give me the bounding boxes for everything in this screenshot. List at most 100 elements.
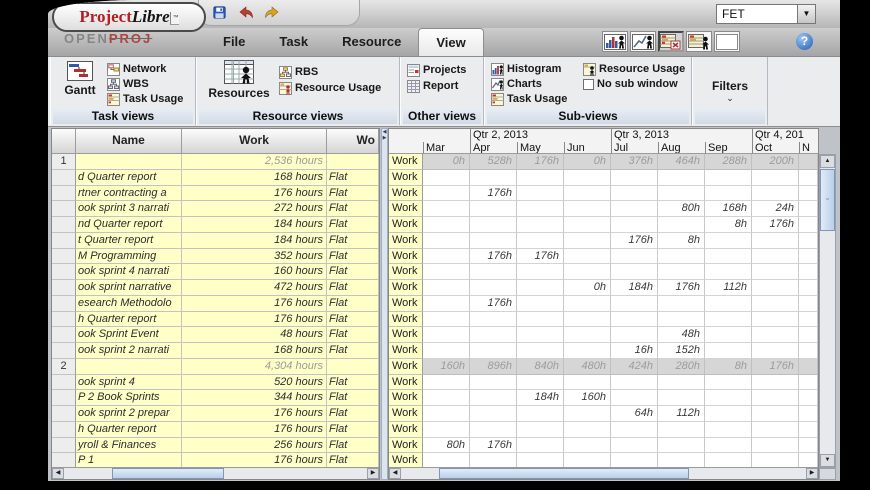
work-value-cell[interactable] <box>611 186 658 202</box>
task-cont-cell[interactable]: Flat <box>327 217 379 233</box>
work-value-cell[interactable] <box>517 406 564 422</box>
work-value-cell[interactable] <box>564 186 611 202</box>
task-name-cell[interactable]: ook sprint 2 narrati <box>76 343 182 359</box>
task-work-cell[interactable]: 176 hours <box>182 406 327 422</box>
work-value-cell[interactable] <box>752 406 799 422</box>
splitter-right-icon[interactable]: ▶ <box>382 135 387 141</box>
work-value-cell[interactable] <box>799 375 818 391</box>
task-name-cell[interactable]: esearch Methodolo <box>76 296 182 312</box>
task-work-cell[interactable]: 344 hours <box>182 390 327 406</box>
task-usage-button[interactable]: Task Usage <box>107 92 183 106</box>
task-name-cell[interactable]: ook sprint 4 narrati <box>76 264 182 280</box>
scroll-thumb[interactable]: = <box>820 169 835 231</box>
scroll-thumb[interactable] <box>112 468 224 479</box>
task-row[interactable]: d Quarter report168 hoursFlat <box>52 170 379 186</box>
chevron-down-icon[interactable]: ⌄ <box>693 93 767 104</box>
column-header-name[interactable]: Name <box>76 129 182 154</box>
work-value-cell[interactable] <box>752 170 799 186</box>
work-value-cell[interactable] <box>470 406 517 422</box>
work-value-cell[interactable] <box>470 390 517 406</box>
usage-row[interactable]: Work16h152h <box>389 343 818 359</box>
work-value-cell[interactable] <box>799 170 818 186</box>
task-name-cell[interactable]: ook sprint narrative <box>76 280 182 296</box>
usage-row[interactable]: Work176h8h <box>389 233 818 249</box>
task-name-cell[interactable]: ook sprint 2 prepar <box>76 406 182 422</box>
work-value-cell[interactable] <box>611 201 658 217</box>
scroll-track[interactable] <box>64 468 367 479</box>
work-value-cell[interactable] <box>423 422 470 438</box>
task-cont-cell[interactable]: Flat <box>327 422 379 438</box>
work-value-cell[interactable] <box>423 375 470 391</box>
work-value-cell[interactable] <box>705 296 752 312</box>
work-value-cell[interactable] <box>658 217 705 233</box>
work-value-cell[interactable] <box>564 375 611 391</box>
work-value-cell[interactable] <box>564 312 611 328</box>
work-value-cell[interactable] <box>470 327 517 343</box>
work-value-cell[interactable] <box>517 343 564 359</box>
work-value-cell[interactable] <box>658 375 705 391</box>
work-value-cell[interactable] <box>705 406 752 422</box>
work-value-cell[interactable]: 112h <box>658 406 705 422</box>
work-value-cell[interactable] <box>752 390 799 406</box>
work-value-cell[interactable] <box>705 390 752 406</box>
work-value-cell[interactable] <box>752 264 799 280</box>
work-value-cell[interactable] <box>611 170 658 186</box>
save-button[interactable] <box>211 4 228 21</box>
chevron-down-icon[interactable]: ▼ <box>797 5 815 23</box>
task-name-cell[interactable]: M Programming <box>76 249 182 265</box>
task-work-cell[interactable]: 184 hours <box>182 233 327 249</box>
work-value-cell[interactable]: 280h <box>658 359 705 375</box>
column-header-work-contour[interactable]: Wo <box>327 129 379 154</box>
usage-row[interactable]: Work <box>389 170 818 186</box>
work-value-cell[interactable] <box>470 280 517 296</box>
work-value-cell[interactable] <box>423 170 470 186</box>
work-value-cell[interactable] <box>564 233 611 249</box>
work-value-cell[interactable] <box>705 343 752 359</box>
task-name-cell[interactable]: ook sprint 3 narrati <box>76 201 182 217</box>
task-work-cell[interactable]: 184 hours <box>182 217 327 233</box>
tab-view[interactable]: View <box>418 28 483 56</box>
task-row[interactable]: h Quarter report176 hoursFlat <box>52 312 379 328</box>
work-value-cell[interactable] <box>564 422 611 438</box>
checkbox-icon[interactable] <box>583 79 594 90</box>
task-row[interactable]: 24,304 hours <box>52 359 379 375</box>
work-value-cell[interactable] <box>470 217 517 233</box>
scroll-right-icon[interactable]: ▶ <box>367 468 379 479</box>
histogram-sub-button[interactable]: Histogram <box>491 62 561 76</box>
work-value-cell[interactable] <box>517 327 564 343</box>
work-value-cell[interactable] <box>705 327 752 343</box>
task-row[interactable]: nd Quarter report184 hoursFlat <box>52 217 379 233</box>
work-value-cell[interactable] <box>705 312 752 328</box>
work-value-cell[interactable]: 64h <box>611 406 658 422</box>
task-name-cell[interactable]: ook sprint 4 <box>76 375 182 391</box>
task-cont-cell[interactable] <box>327 359 379 375</box>
work-value-cell[interactable] <box>423 343 470 359</box>
work-value-cell[interactable] <box>517 312 564 328</box>
work-value-cell[interactable]: 8h <box>705 359 752 375</box>
work-value-cell[interactable]: 160h <box>564 390 611 406</box>
work-value-cell[interactable] <box>658 296 705 312</box>
work-value-cell[interactable] <box>423 327 470 343</box>
work-value-cell[interactable]: 152h <box>658 343 705 359</box>
task-cont-cell[interactable] <box>327 154 379 170</box>
task-row[interactable]: ook sprint 4520 hoursFlat <box>52 375 379 391</box>
work-value-cell[interactable]: 80h <box>658 201 705 217</box>
task-cont-cell[interactable]: Flat <box>327 264 379 280</box>
task-name-cell[interactable]: yroll & Finances <box>76 438 182 454</box>
work-value-cell[interactable] <box>705 170 752 186</box>
work-value-cell[interactable] <box>564 264 611 280</box>
task-usage-subwindow-button[interactable] <box>658 31 684 52</box>
task-cont-cell[interactable]: Flat <box>327 312 379 328</box>
redo-button[interactable] <box>263 4 280 21</box>
usage-row[interactable]: Work <box>389 264 818 280</box>
task-work-cell[interactable]: 352 hours <box>182 249 327 265</box>
work-value-cell[interactable]: 200h <box>752 154 799 170</box>
usage-row[interactable]: Work80h176h <box>389 438 818 454</box>
usage-row[interactable]: Work176h <box>389 296 818 312</box>
work-value-cell[interactable]: 112h <box>705 280 752 296</box>
task-name-cell[interactable] <box>76 154 182 170</box>
task-work-cell[interactable]: 2,536 hours <box>182 154 327 170</box>
scroll-thumb[interactable] <box>439 468 689 479</box>
task-cont-cell[interactable]: Flat <box>327 170 379 186</box>
task-name-cell[interactable]: rtner contracting a <box>76 186 182 202</box>
